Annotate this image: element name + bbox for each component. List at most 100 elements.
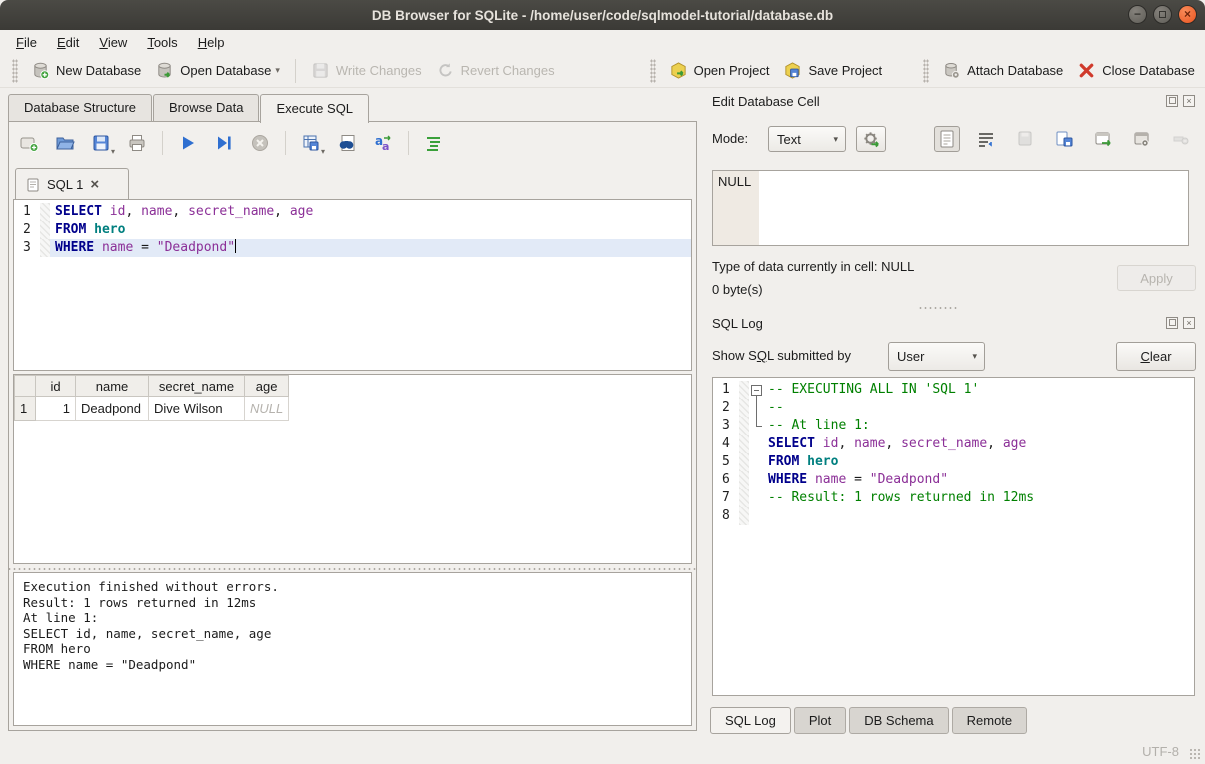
menu-edit[interactable]: Edit xyxy=(47,32,89,53)
line-number: 4 xyxy=(713,435,739,453)
toolbar-separator xyxy=(295,59,296,83)
open-sql-file-button[interactable] xyxy=(53,131,77,155)
dock-float-icon[interactable] xyxy=(1166,317,1178,329)
fold-marker[interactable] xyxy=(749,381,763,399)
cell-id[interactable]: 1 xyxy=(36,397,76,421)
dock-tab-sql-log[interactable]: SQL Log xyxy=(710,707,791,734)
save-sql-dropdown[interactable]: ▾ xyxy=(111,147,115,156)
cell-secret-name[interactable]: Dive Wilson xyxy=(149,397,245,421)
format-sql-button[interactable] xyxy=(422,131,446,155)
new-database-button[interactable]: New Database xyxy=(24,57,148,84)
cell-value: NULL xyxy=(718,174,751,189)
sql-log-view[interactable]: 1-- EXECUTING ALL IN 'SQL 1'2--3-- At li… xyxy=(712,377,1195,696)
toolbar-grip[interactable] xyxy=(650,59,656,83)
tab-database-structure[interactable]: Database Structure xyxy=(8,94,152,121)
revert-changes-icon xyxy=(436,61,455,80)
mode-select-value: Text xyxy=(777,132,801,147)
resize-grip[interactable] xyxy=(1189,748,1202,761)
save-project-button[interactable]: Save Project xyxy=(776,57,889,84)
text-mode-icon[interactable] xyxy=(934,126,960,152)
horizontal-splitter[interactable] xyxy=(9,566,696,571)
minimize-button[interactable]: − xyxy=(1128,5,1147,24)
link-window-icon[interactable] xyxy=(1129,126,1155,152)
results-header-secret[interactable]: secret_name xyxy=(149,376,245,397)
dock-float-icon[interactable] xyxy=(1166,95,1178,107)
dock-tab-db-schema[interactable]: DB Schema xyxy=(849,707,948,734)
execute-sql-panel: ▾ xyxy=(8,121,697,731)
close-button[interactable]: × xyxy=(1178,5,1197,24)
sql-file-tab[interactable]: SQL 1 × xyxy=(15,168,129,200)
close-database-icon xyxy=(1077,61,1096,80)
open-database-dropdown[interactable]: ▾ xyxy=(275,65,280,76)
fold-margin xyxy=(749,453,763,471)
close-database-button[interactable]: Close Database xyxy=(1070,57,1202,84)
execute-all-button[interactable] xyxy=(176,131,200,155)
new-sql-tab-icon xyxy=(19,133,39,153)
dock-close-icon[interactable]: × xyxy=(1183,95,1195,107)
main-toolbar: New Database Open Database ▾ Write Chang… xyxy=(0,54,1205,88)
execute-all-icon xyxy=(178,133,198,153)
new-database-icon xyxy=(31,61,50,80)
code-line: 7-- Result: 1 rows returned in 12ms xyxy=(713,489,1194,507)
toolbar-grip[interactable] xyxy=(923,59,929,83)
execute-current-line-icon xyxy=(214,133,234,153)
text-cursor xyxy=(235,239,236,253)
print-sql-button[interactable] xyxy=(125,131,149,155)
encoding-indicator[interactable]: UTF-8 xyxy=(1142,744,1179,759)
mode-select[interactable]: Text ▾ xyxy=(768,126,846,152)
mode-label: Mode: xyxy=(712,131,748,146)
attach-database-button[interactable]: Attach Database xyxy=(935,57,1070,84)
sql-log-filter-select[interactable]: User ▾ xyxy=(888,342,985,371)
save-project-icon xyxy=(783,61,802,80)
clear-log-button[interactable]: Clear xyxy=(1116,342,1196,371)
menu-tools[interactable]: Tools xyxy=(137,32,187,53)
toolbar-grip[interactable] xyxy=(12,59,18,83)
open-project-icon xyxy=(669,61,688,80)
results-header-name[interactable]: name xyxy=(76,376,149,397)
maximize-button[interactable] xyxy=(1153,5,1172,24)
save-results-button[interactable]: ▾ xyxy=(299,131,323,155)
dock-tab-plot[interactable]: Plot xyxy=(794,707,846,734)
close-sql-tab-icon[interactable]: × xyxy=(90,177,99,192)
tab-browse-data[interactable]: Browse Data xyxy=(153,94,259,121)
editor-margin xyxy=(739,453,749,471)
line-number: 2 xyxy=(14,221,40,239)
titlebar[interactable]: DB Browser for SQLite - /home/user/code/… xyxy=(0,0,1205,30)
print-icon xyxy=(127,133,147,153)
cell-value-editor[interactable]: NULL xyxy=(712,170,1189,246)
results-header-age[interactable]: age xyxy=(245,376,289,397)
menu-file[interactable]: File xyxy=(6,32,47,53)
find-replace-button[interactable] xyxy=(335,131,359,155)
execute-current-line-button[interactable] xyxy=(212,131,236,155)
open-in-app-icon[interactable] xyxy=(1090,126,1116,152)
export-cell-icon[interactable] xyxy=(1051,126,1077,152)
table-row[interactable]: 1 1 Deadpond Dive Wilson NULL xyxy=(15,397,289,421)
save-sql-file-button[interactable]: ▾ xyxy=(89,131,113,155)
results-header-id[interactable]: id xyxy=(36,376,76,397)
open-database-button[interactable]: Open Database ▾ xyxy=(148,57,287,84)
open-project-button[interactable]: Open Project xyxy=(662,57,777,84)
tab-execute-sql[interactable]: Execute SQL xyxy=(260,94,369,123)
word-wrap-button[interactable]: a a xyxy=(371,131,395,155)
code-line: 3WHERE name = "Deadpond" xyxy=(14,239,691,257)
edit-cell-title: Edit Database Cell xyxy=(712,94,820,109)
auto-switch-mode-button[interactable] xyxy=(856,126,886,152)
word-wrap-icon[interactable] xyxy=(973,126,999,152)
new-sql-tab-button[interactable] xyxy=(17,131,41,155)
menu-help[interactable]: Help xyxy=(188,32,235,53)
results-grid[interactable]: id name secret_name age 1 1 Deadpond Div… xyxy=(13,374,692,564)
dock-splitter[interactable] xyxy=(918,306,958,310)
menu-view[interactable]: View xyxy=(89,32,137,53)
results-corner-header[interactable] xyxy=(15,376,36,397)
cell-age[interactable]: NULL xyxy=(245,397,289,421)
apply-button: Apply xyxy=(1117,265,1196,291)
code-text: -- EXECUTING ALL IN 'SQL 1' xyxy=(763,381,1194,399)
cell-name[interactable]: Deadpond xyxy=(76,397,149,421)
sql-file-tab-label: SQL 1 xyxy=(47,177,83,192)
save-results-dropdown[interactable]: ▾ xyxy=(321,147,325,156)
line-number: 7 xyxy=(713,489,739,507)
dock-tab-remote[interactable]: Remote xyxy=(952,707,1028,734)
sql-file-icon xyxy=(26,178,40,192)
dock-close-icon[interactable]: × xyxy=(1183,317,1195,329)
sql-editor[interactable]: 1SELECT id, name, secret_name, age2FROM … xyxy=(13,199,692,371)
